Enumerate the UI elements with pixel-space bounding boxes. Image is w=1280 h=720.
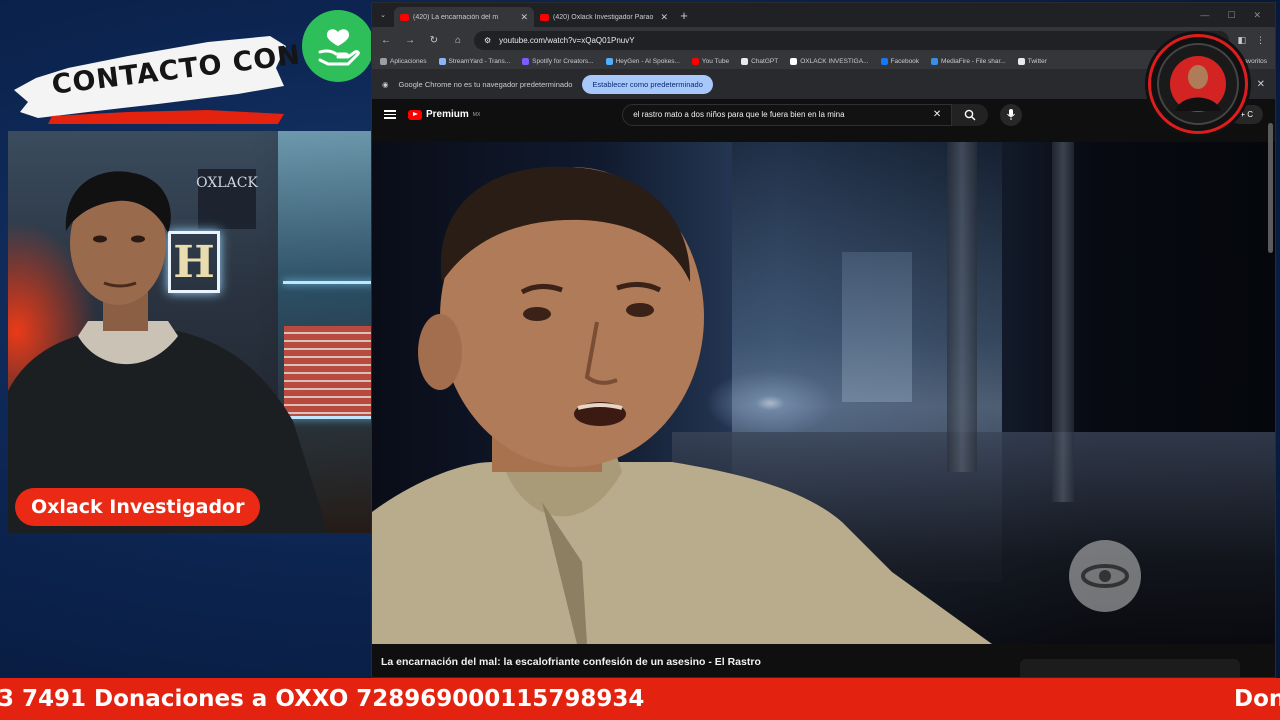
set-default-button[interactable]: Establecer como predeterminado bbox=[582, 75, 713, 94]
tab-search-icon[interactable]: ⌄ bbox=[372, 3, 394, 27]
hand-heart-icon bbox=[318, 29, 360, 66]
tab-channel[interactable]: (420) Oxlack Investigador Parao ✕ bbox=[534, 7, 674, 27]
youtube-favicon-icon bbox=[540, 13, 549, 21]
page-scrollbar[interactable] bbox=[1268, 123, 1273, 253]
browser-toolbar: ← → ↻ ⌂ ⚙ youtube.com/watch?v=xQaQ01Pnuv… bbox=[372, 27, 1275, 53]
infobar-message: Google Chrome no es tu navegador predete… bbox=[398, 80, 573, 89]
youtube-logo[interactable]: Premium MX bbox=[408, 109, 480, 120]
search-icon bbox=[964, 109, 976, 120]
minimize-icon[interactable]: — bbox=[1200, 10, 1209, 21]
bookmark-item[interactable]: OXLACK INVESTIGA... bbox=[790, 57, 869, 65]
menu-dots-icon[interactable]: ⋮ bbox=[1256, 35, 1265, 46]
tab-title: (420) La encarnación del m bbox=[413, 13, 499, 21]
tab-video[interactable]: (420) La encarnación del m ✕ bbox=[394, 7, 534, 27]
contact-banner: CONTACTO CON bbox=[8, 28, 303, 124]
tab-strip: ⌄ (420) La encarnación del m ✕ (420) Oxl… bbox=[372, 3, 1275, 27]
youtube-play-icon bbox=[408, 109, 422, 120]
bookmark-item[interactable]: You Tube bbox=[691, 57, 729, 65]
channel-avatar-icon bbox=[1148, 34, 1248, 134]
mediafire-icon bbox=[931, 57, 939, 65]
close-icon[interactable]: ✕ bbox=[520, 12, 528, 23]
search-input[interactable]: el rastro mato a dos niños para que le f… bbox=[622, 103, 953, 126]
microphone-icon bbox=[1007, 109, 1016, 120]
bookmark-item[interactable]: MediaFire - File shar... bbox=[931, 57, 1006, 65]
heygen-icon bbox=[605, 57, 613, 65]
tiktok-icon bbox=[790, 57, 798, 65]
bookmark-item[interactable]: ChatGPT bbox=[741, 57, 778, 65]
clear-search-icon[interactable]: ✕ bbox=[933, 109, 941, 120]
new-tab-icon[interactable]: + bbox=[674, 8, 694, 23]
home-icon[interactable]: ⌂ bbox=[450, 32, 466, 48]
bookmark-item[interactable]: Facebook bbox=[880, 57, 919, 65]
close-window-icon[interactable]: ✕ bbox=[1253, 10, 1261, 21]
youtube-favicon-icon bbox=[400, 13, 409, 21]
toolbar-extensions: ◧ ⋮ bbox=[1237, 35, 1269, 46]
spotify-icon bbox=[522, 57, 530, 65]
browser-window: ⌄ (420) La encarnación del m ✕ (420) Oxl… bbox=[371, 2, 1276, 678]
site-info-icon[interactable]: ⚙ bbox=[484, 36, 491, 45]
youtube-header: Premium MX el rastro mato a dos niños pa… bbox=[372, 99, 1275, 130]
youtube-icon bbox=[691, 57, 699, 65]
url-text: youtube.com/watch?v=xQaQ01PnuvY bbox=[499, 35, 635, 45]
tab-title: (420) Oxlack Investigador Parao bbox=[553, 13, 654, 21]
chrome-icon: ◉ bbox=[382, 80, 389, 89]
apps-grid-icon bbox=[380, 57, 387, 65]
donation-ticker: 3 7491 Donaciones a OXXO 728969000115798… bbox=[0, 678, 1280, 720]
logo-region: MX bbox=[472, 111, 481, 118]
host-person bbox=[8, 171, 328, 533]
search-query: el rastro mato a dos niños para que le f… bbox=[633, 110, 845, 119]
host-webcam: OXLACK H bbox=[8, 131, 411, 533]
ticker-text-next: Don bbox=[1234, 686, 1280, 712]
chatgpt-icon bbox=[741, 57, 749, 65]
facebook-icon bbox=[880, 57, 888, 65]
video-player[interactable] bbox=[372, 142, 1275, 644]
menu-icon[interactable] bbox=[384, 110, 396, 119]
maximize-icon[interactable]: ☐ bbox=[1227, 10, 1235, 21]
bookmark-apps[interactable]: Aplicaciones bbox=[380, 57, 427, 65]
default-browser-infobar: ◉ Google Chrome no es tu navegador prede… bbox=[372, 70, 1275, 99]
logo-text: Premium bbox=[426, 109, 469, 120]
forward-icon[interactable]: → bbox=[402, 32, 418, 48]
ticker-text: 3 7491 Donaciones a OXXO 728969000115798… bbox=[0, 686, 645, 712]
host-name-label: Oxlack Investigador bbox=[15, 488, 261, 526]
bookmark-item[interactable]: HeyGen - AI Spokes... bbox=[605, 57, 680, 65]
caracol-logo-icon bbox=[1069, 540, 1141, 612]
donate-badge bbox=[302, 10, 374, 82]
bookmark-item[interactable]: StreamYard - Trans... bbox=[438, 57, 510, 65]
search-button[interactable] bbox=[952, 103, 989, 126]
bookmark-other-folder[interactable]: avoritos bbox=[1244, 58, 1267, 65]
streamyard-icon bbox=[438, 57, 446, 65]
address-bar[interactable]: ⚙ youtube.com/watch?v=xQaQ01PnuvY ⎚ ☆ bbox=[474, 30, 1230, 50]
twitter-icon bbox=[1017, 57, 1025, 65]
window-controls: — ☐ ✕ bbox=[1200, 10, 1275, 21]
video-title[interactable]: La encarnación del mal: la escalofriante… bbox=[381, 656, 761, 668]
bookmarks-bar: Aplicaciones StreamYard - Trans... Spoti… bbox=[372, 53, 1275, 70]
bookmark-item[interactable]: Spotify for Creators... bbox=[522, 57, 594, 65]
voice-search-button[interactable] bbox=[1000, 103, 1023, 126]
close-icon[interactable]: ✕ bbox=[660, 12, 668, 23]
close-icon[interactable]: ✕ bbox=[1257, 79, 1265, 90]
sidebar-card[interactable] bbox=[1020, 659, 1240, 677]
reload-icon[interactable]: ↻ bbox=[426, 32, 442, 48]
back-icon[interactable]: ← bbox=[378, 32, 394, 48]
bookmark-item[interactable]: Twitter bbox=[1017, 57, 1047, 65]
